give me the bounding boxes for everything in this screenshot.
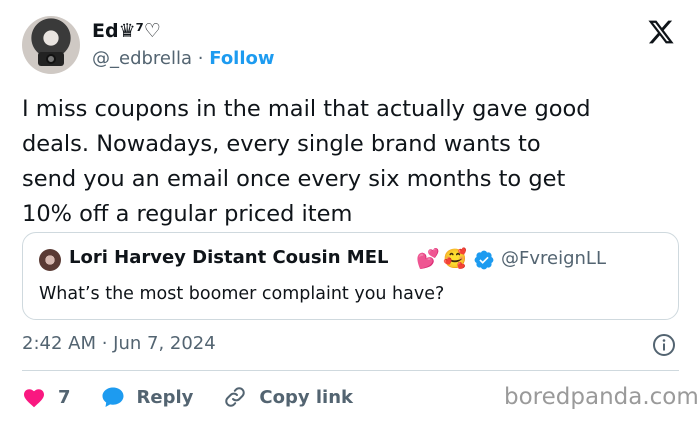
like-button[interactable]: 7: [22, 386, 71, 408]
author-name[interactable]: Ed♛⁷♡: [92, 20, 161, 42]
hearts-emoji: 💕: [416, 248, 440, 270]
author-handle-row: @_edbrella · Follow: [92, 48, 275, 69]
tweet-text: I miss coupons in the mail that actually…: [22, 92, 682, 232]
divider: [22, 370, 679, 371]
action-bar: 7 Reply Copy link: [22, 382, 383, 412]
author-handle[interactable]: @_edbrella: [92, 48, 192, 69]
tweet-line: I miss coupons in the mail that actually…: [22, 96, 591, 122]
link-icon: [225, 387, 246, 407]
reply-bubble-icon: [102, 387, 124, 407]
quoted-text: What’s the most boomer complaint you hav…: [39, 284, 445, 304]
reply-label: Reply: [136, 386, 194, 408]
follow-button[interactable]: Follow: [209, 48, 274, 69]
verified-badge-icon: [474, 250, 494, 270]
tweet-line: deals. Nowadays, every single brand want…: [22, 131, 541, 157]
tweet-line: 10% off a regular priced item: [22, 201, 353, 227]
author-avatar[interactable]: [22, 16, 80, 74]
info-icon[interactable]: [652, 333, 676, 357]
camera-lens-shape: [46, 54, 56, 64]
quoted-author-name: Lori Harvey Distant Cousin MEL: [69, 247, 389, 268]
tweet-line: send you an email once every six months …: [22, 166, 566, 192]
copy-link-button[interactable]: Copy link: [223, 385, 353, 409]
smiling-hearts-emoji: 🥰: [443, 248, 467, 270]
quoted-author-handle: @FvreignLL: [501, 248, 606, 269]
handle-separator: ·: [197, 48, 204, 69]
quoted-avatar: [39, 249, 61, 271]
x-logo-icon[interactable]: [646, 18, 676, 46]
tweet-timestamp[interactable]: 2:42 AM · Jun 7, 2024: [22, 333, 216, 354]
quoted-tweet-card[interactable]: Lori Harvey Distant Cousin MEL 💕 🥰 @Fvre…: [22, 232, 679, 320]
watermark: boredpanda.com: [504, 384, 699, 410]
copy-link-label: Copy link: [259, 386, 353, 408]
like-count: 7: [58, 386, 71, 408]
reply-button[interactable]: Reply: [101, 386, 194, 408]
heart-icon: [24, 389, 44, 408]
